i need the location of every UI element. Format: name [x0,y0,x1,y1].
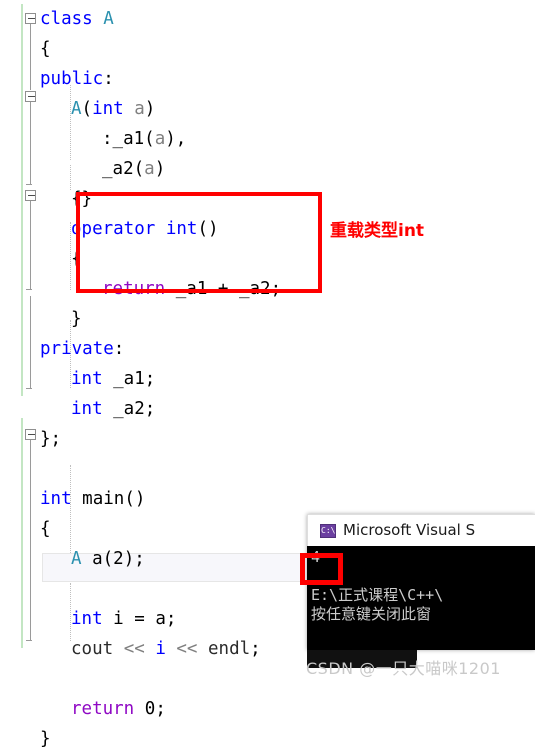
code-token: { [40,39,51,59]
fold-guide-operator-int [30,201,31,289]
code-token: ) [154,159,166,179]
code-token: 2 [113,549,124,569]
code-token: a [154,129,166,149]
annotation-label: 重载类型int [330,221,425,241]
fold-end-constructor [26,184,32,185]
code-token: _a2; [102,399,156,419]
fold-guide-main [30,440,31,640]
code-token: ; [165,609,177,629]
code-token: A [103,9,114,29]
fold-toggle-operator-int[interactable] [25,190,36,201]
code-token: ( [81,99,93,119]
fold-end-operator-int [26,289,32,290]
console-window-title: Microsoft Visual S [343,521,476,539]
code-token: _a1; [102,369,156,389]
code-token: class [40,9,104,29]
code-token: () [124,489,146,509]
code-token: ( [133,159,145,179]
code-line[interactable]: int main() [40,484,145,514]
code-token: }; [40,429,62,449]
fold-toggle-constructor[interactable] [25,91,36,102]
code-token: int [71,609,103,629]
fold-toggle-class-a[interactable] [25,13,36,24]
code-token: a [81,549,103,569]
console-window-icon: C:\ [320,524,336,538]
code-line[interactable]: class A [40,4,114,34]
code-token: A [71,549,82,569]
code-token: ; [250,639,261,659]
csdn-watermark: CSDN @一只大喵咪1201 [306,659,501,678]
console-output-line: 按任意键关闭此窗 [311,605,432,623]
code-line[interactable]: } [71,304,82,334]
code-token: ), [165,129,187,149]
code-line[interactable]: :_a1(a), [102,124,186,154]
code-line[interactable]: public: [40,64,114,94]
code-token: int [71,369,103,389]
change-bar-lower [21,418,23,648]
code-token: i [113,609,124,629]
code-token: } [71,309,82,329]
code-line[interactable]: }; [40,424,61,454]
code-line[interactable]: _a2(a) [102,154,165,184]
code-token: ; [155,699,166,719]
operator-int-highlight-box [76,192,322,293]
code-token: endl [208,639,251,659]
code-token: i [155,639,166,659]
code-line[interactable]: private: [40,334,124,364]
fold-guide-class-body [30,296,31,388]
code-token: return [71,699,135,719]
code-token: private [40,339,114,359]
code-line[interactable]: cout << i << endl; [71,634,261,664]
code-token: a [144,159,155,179]
code-line[interactable]: } [40,724,51,754]
code-token: ) [144,99,156,119]
code-line[interactable]: A a(2); [71,544,145,574]
console-title-bar[interactable]: C:\ Microsoft Visual S [307,514,535,547]
code-token: public [40,69,104,89]
code-line[interactable]: return 0; [71,694,166,724]
console-output-highlight-box [300,553,343,585]
fold-toggle-main[interactable] [25,429,36,440]
code-token: : [113,339,125,359]
code-token: = [123,609,156,629]
code-line[interactable]: { [40,34,51,64]
code-token: _a2 [102,159,134,179]
code-token: 0 [144,699,156,719]
code-token: ); [123,549,145,569]
fold-end-main [26,640,32,641]
code-line[interactable]: { [40,514,51,544]
code-token: } [40,729,51,749]
code-token: ( [144,129,155,149]
code-line[interactable]: int _a2; [71,394,155,424]
code-token: main [82,489,125,509]
fold-guide-class-a [30,24,31,90]
fold-end-class-a [26,388,32,389]
change-bar-upper [21,4,23,396]
code-token: int [92,99,124,119]
code-token: << [113,639,156,659]
code-token: a [123,99,145,119]
code-token: cout [71,639,114,659]
code-token: A [71,99,82,119]
code-token: << [165,639,209,659]
code-line[interactable]: A(int a) [71,94,155,124]
code-token: : [103,69,114,89]
fold-guide-constructor [30,102,31,184]
code-token: :_a1 [102,129,145,149]
code-token: { [40,519,51,539]
code-token: ( [102,549,114,569]
code-token: a [155,609,166,629]
code-line[interactable]: int i = a; [71,604,176,634]
code-token: int [40,489,72,509]
code-line[interactable]: int _a1; [71,364,155,394]
console-output-line: 4 [311,548,321,566]
code-token: int [71,399,103,419]
console-output-line: E:\正式课程\C++\ [311,586,444,604]
